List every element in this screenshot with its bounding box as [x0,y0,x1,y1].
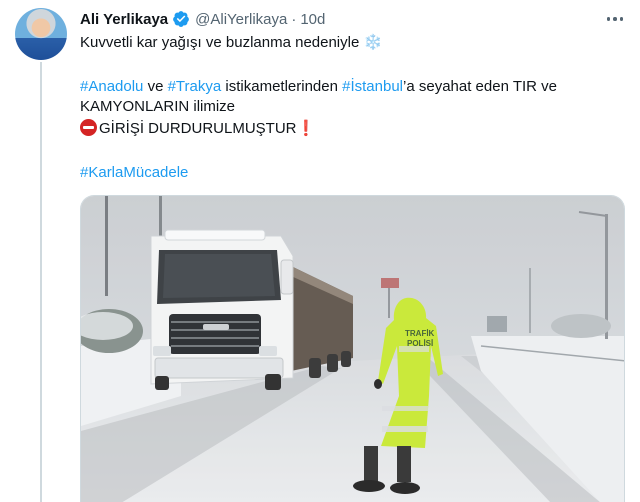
avatar[interactable] [15,8,67,60]
more-options-icon[interactable] [604,8,626,30]
separator-dot: · [291,10,297,28]
hashtag-trakya[interactable]: #Trakya [168,78,222,95]
tweet-text-line-2: #Anadolu ve #Trakya istikametlerinden #İ… [80,77,620,97]
author-name[interactable]: Ali Yerlikaya [80,11,168,28]
line2-rest: ’a seyahat eden TIR ve [403,78,557,95]
tweet[interactable]: Ali Yerlikaya @AliYerlikaya · 10d Kuvvet… [0,0,640,502]
hashtag-anadolu[interactable]: #Anadolu [80,78,143,95]
line1-text: Kuvvetli kar yağışı ve buzlanma nedeniyl… [80,34,360,51]
snowflake-icon: ❄️ [363,34,383,51]
verified-badge-icon [173,11,189,27]
tweet-media-photo[interactable]: TRAFİK POLİSİ [80,195,625,502]
tweet-header: Ali Yerlikaya @AliYerlikaya · 10d [80,8,325,30]
word-istikamet: istikametlerinden [221,78,343,95]
word-ve: ve [143,78,168,95]
tweet-text-line-4: GİRİŞİ DURDURULMUŞTUR❗ [80,119,620,139]
hashtag-istanbul[interactable]: #İstanbul [342,78,403,95]
no-entry-icon [80,119,97,136]
tweet-text-line-3: KAMYONLARIN ilimize [80,97,620,117]
author-handle[interactable]: @AliYerlikaya [195,11,287,28]
line4-text: GİRİŞİ DURDURULMUŞTUR [99,120,297,137]
exclamation-icon: ❗ [296,120,316,137]
line3-text: KAMYONLARIN ilimize [80,98,236,115]
hashtag-karlamucadele[interactable]: #KarlaMücadele [80,164,188,181]
tweet-text-line-1: Kuvvetli kar yağışı ve buzlanma nedeniyl… [80,33,620,53]
snowy-road-photo: TRAFİK POLİSİ [81,196,624,502]
thread-line [40,62,42,502]
tweet-time[interactable]: 10d [300,11,325,28]
tweet-text-line-5: #KarlaMücadele [80,163,620,183]
